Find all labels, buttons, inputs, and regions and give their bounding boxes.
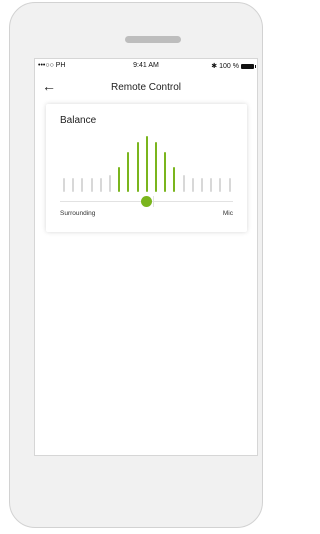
status-bar: •••○○ PH 9:41 AM ✱ 100 % <box>35 59 257 73</box>
balance-level-bar <box>90 178 93 192</box>
balance-level-bar <box>173 166 176 192</box>
battery-percent: 100 % <box>219 62 239 70</box>
balance-level-bar <box>182 175 185 192</box>
surrounding-label: Surrounding <box>60 210 96 217</box>
navigation-bar: ← Remote Control <box>35 77 257 99</box>
phone-frame: •••○○ PH 9:41 AM ✱ 100 % ← Remote Contro… <box>9 2 263 528</box>
balance-level-bar <box>155 141 157 192</box>
balance-level-bar <box>118 166 121 192</box>
balance-level-bar <box>72 178 75 192</box>
balance-level-bar <box>145 136 148 192</box>
speaker-grille <box>125 36 181 43</box>
balance-card: Balance Surrounding Mic <box>46 104 247 232</box>
balance-level-bar <box>228 178 231 192</box>
balance-slider-knob[interactable] <box>141 196 152 207</box>
balance-level-bar <box>109 175 111 192</box>
balance-level-bar <box>191 178 194 192</box>
mic-label: Mic <box>222 210 233 217</box>
balance-level-bar <box>164 151 167 192</box>
bluetooth-icon: ✱ <box>211 63 218 70</box>
app-screen: •••○○ PH 9:41 AM ✱ 100 % ← Remote Contro… <box>34 58 258 456</box>
balance-level-bar <box>201 178 203 192</box>
page-title: Remote Control <box>110 82 182 93</box>
balance-level-bar <box>219 178 222 192</box>
balance-level-bar <box>136 141 139 192</box>
battery-icon <box>241 63 256 69</box>
balance-level-bar <box>210 178 213 192</box>
balance-level-bar <box>81 178 84 192</box>
battery-status: ✱ 100 % <box>211 62 256 70</box>
balance-center-tick <box>153 196 154 207</box>
balance-level-bar <box>127 151 130 192</box>
balance-level-bar <box>99 178 102 192</box>
balance-level-bar <box>63 178 65 192</box>
